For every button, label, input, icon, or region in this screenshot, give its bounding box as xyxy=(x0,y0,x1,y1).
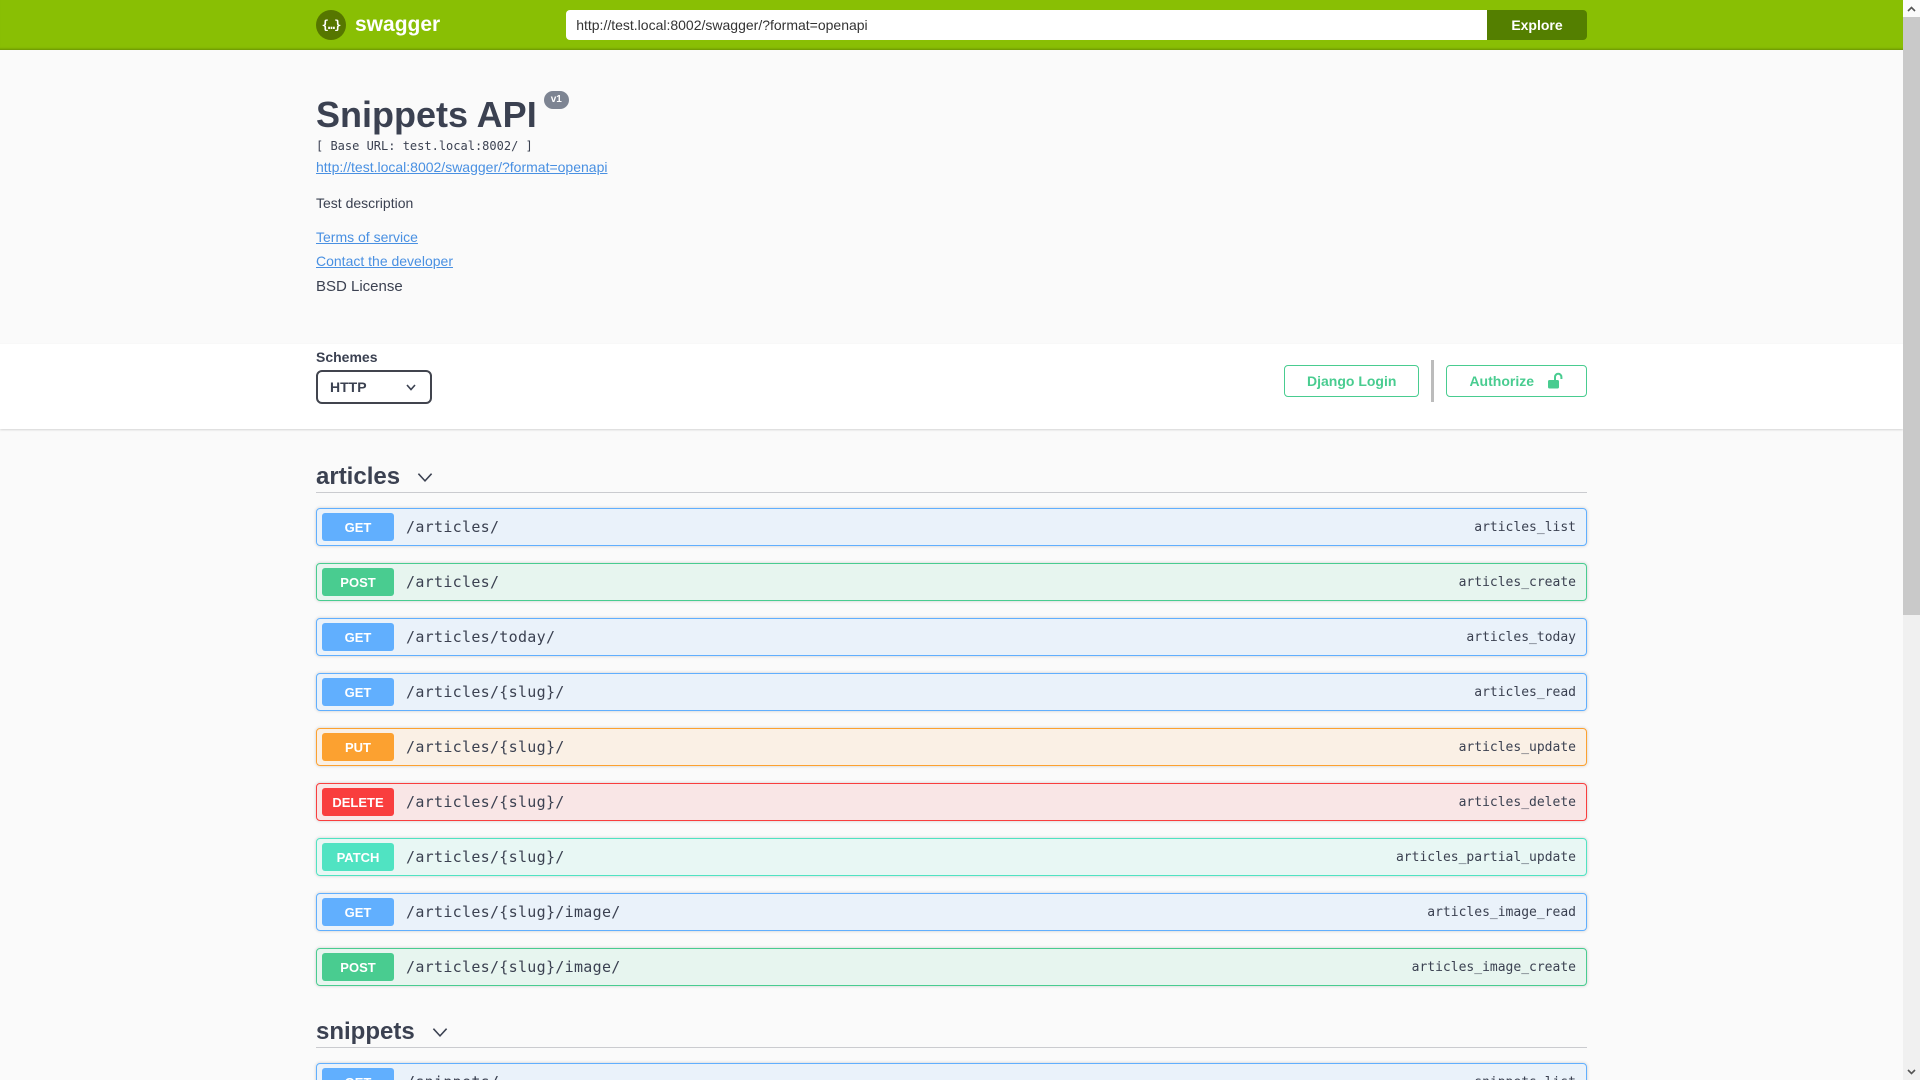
unlock-icon xyxy=(1548,372,1563,389)
operation-path: /articles/ xyxy=(406,573,500,591)
operation-row[interactable]: POST /articles/ articles_create xyxy=(316,563,1587,601)
operations-area: articles GET /articles/ articles_list PO… xyxy=(316,429,1587,1080)
operation-path: /articles/today/ xyxy=(406,628,556,646)
chevron-down-icon xyxy=(432,1027,447,1037)
explore-button[interactable]: Explore xyxy=(1487,10,1587,40)
operation-id: articles_list xyxy=(1474,519,1576,535)
method-badge: POST xyxy=(322,568,394,596)
operation-path: /articles/{slug}/ xyxy=(406,793,565,811)
method-badge: GET xyxy=(322,898,394,926)
auth-wrapper: Django Login Authorize xyxy=(1284,360,1587,402)
authorize-button[interactable]: Authorize xyxy=(1446,365,1587,397)
tag-section: snippets GET /snippets/ snippets_list xyxy=(316,1016,1587,1080)
operation-id: articles_today xyxy=(1466,629,1576,645)
contact-developer-link[interactable]: Contact the developer xyxy=(316,253,453,270)
schemes-label: Schemes xyxy=(316,349,378,365)
topbar: {…} swagger Explore xyxy=(0,0,1903,50)
method-badge: GET xyxy=(322,623,394,651)
method-badge: DELETE xyxy=(322,788,394,816)
page-title: Snippets API v1 xyxy=(316,91,1587,135)
operation-row[interactable]: GET /articles/{slug}/ articles_read xyxy=(316,673,1587,711)
operation-list: GET /snippets/ snippets_list xyxy=(316,1063,1587,1080)
spec-url-input[interactable] xyxy=(566,10,1487,40)
spec-link[interactable]: http://test.local:8002/swagger/?format=o… xyxy=(316,159,607,175)
operation-path: /articles/{slug}/image/ xyxy=(406,903,621,921)
operation-id: articles_image_read xyxy=(1427,904,1576,920)
operation-id: articles_image_create xyxy=(1411,959,1576,975)
license-text: BSD License xyxy=(316,278,403,295)
tag-section: articles GET /articles/ articles_list PO… xyxy=(316,461,1587,986)
method-badge: GET xyxy=(322,1068,394,1080)
operation-path: /snippets/ xyxy=(406,1073,499,1080)
auth-divider xyxy=(1431,360,1435,402)
operation-row[interactable]: PATCH /articles/{slug}/ articles_partial… xyxy=(316,838,1587,876)
topbar-wrapper: {…} swagger Explore xyxy=(316,10,1587,40)
operation-id: articles_delete xyxy=(1458,794,1576,810)
method-badge: GET xyxy=(322,678,394,706)
operation-id: articles_read xyxy=(1474,684,1576,700)
scheme-wrapper: Schemes HTTP Django Login Authorize xyxy=(316,344,1587,429)
operation-id: articles_partial_update xyxy=(1395,849,1576,865)
api-title-text: Snippets API xyxy=(316,94,537,135)
chevron-down-icon xyxy=(417,472,433,482)
operation-path: /articles/{slug}/ xyxy=(406,683,565,701)
api-description: Test description xyxy=(316,195,414,211)
method-badge: PATCH xyxy=(322,843,394,871)
tag-header[interactable]: articles xyxy=(316,461,1587,493)
operation-id: articles_update xyxy=(1458,739,1576,755)
tag-title: articles xyxy=(316,462,401,490)
operation-path: /articles/{slug}/ xyxy=(406,738,565,756)
tag-title: snippets xyxy=(316,1017,415,1045)
operation-row[interactable]: PUT /articles/{slug}/ articles_update xyxy=(316,728,1587,766)
method-badge: PUT xyxy=(322,733,394,761)
terms-of-service-link[interactable]: Terms of service xyxy=(316,229,418,246)
authorize-button-label: Authorize xyxy=(1469,373,1534,389)
operation-row[interactable]: GET /articles/today/ articles_today xyxy=(316,618,1587,656)
operation-row[interactable]: DELETE /articles/{slug}/ articles_delete xyxy=(316,783,1587,821)
curly-braces-icon: {…} xyxy=(316,10,346,40)
operation-path: /articles/ xyxy=(406,518,500,536)
tag-header[interactable]: snippets xyxy=(316,1016,1587,1048)
info-section: Snippets API v1 [ Base URL: test.local:80… xyxy=(316,50,1587,344)
operation-list: GET /articles/ articles_list POST /artic… xyxy=(316,508,1587,986)
operation-row[interactable]: GET /articles/{slug}/image/ articles_ima… xyxy=(316,893,1587,931)
scheme-container: Schemes HTTP Django Login Authorize xyxy=(0,344,1903,429)
scheme-selected-value: HTTP xyxy=(330,379,367,395)
operation-path: /articles/{slug}/image/ xyxy=(406,958,621,976)
method-badge: POST xyxy=(322,953,394,981)
scheme-select[interactable]: HTTP xyxy=(316,370,432,404)
method-badge: GET xyxy=(322,513,394,541)
base-url: [ Base URL: test.local:8002/ ] xyxy=(316,139,533,153)
operation-id: articles_create xyxy=(1458,574,1576,590)
operation-id: snippets_list xyxy=(1474,1075,1576,1080)
schemes-block: Schemes HTTP xyxy=(316,349,432,404)
operation-row[interactable]: GET /snippets/ snippets_list xyxy=(316,1063,1587,1080)
operation-row[interactable]: GET /articles/ articles_list xyxy=(316,508,1587,546)
version-badge: v1 xyxy=(543,91,569,109)
spec-url-form: Explore xyxy=(566,10,1587,40)
swagger-ui-page: {…} swagger Explore Snippets API v1 [ Bas… xyxy=(0,0,1920,1080)
operation-row[interactable]: POST /articles/{slug}/image/ articles_im… xyxy=(316,948,1587,986)
chevron-down-icon xyxy=(406,384,416,391)
django-login-button[interactable]: Django Login xyxy=(1284,365,1420,397)
swagger-logo-link[interactable]: {…} swagger xyxy=(316,10,440,40)
operation-path: /articles/{slug}/ xyxy=(406,848,565,866)
swagger-logo-text: swagger xyxy=(355,13,441,36)
